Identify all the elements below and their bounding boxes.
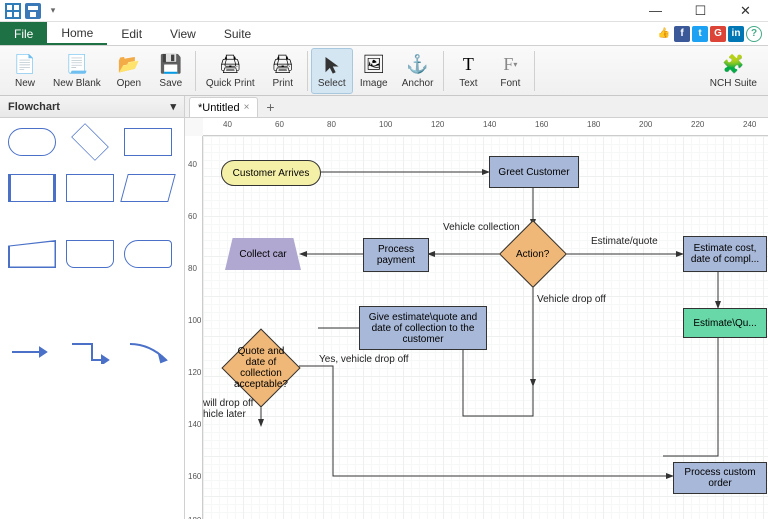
new-icon: 📄 xyxy=(13,53,37,77)
quickprint-button[interactable]: 🖨Quick Print xyxy=(199,48,262,94)
shape-data[interactable] xyxy=(66,174,114,202)
googleplus-icon[interactable]: G xyxy=(710,26,726,42)
select-icon xyxy=(320,53,344,77)
edge-yes-dropoff: Yes, vehicle drop off xyxy=(319,354,409,365)
linkedin-icon[interactable]: in xyxy=(728,26,744,42)
maximize-button[interactable]: ☐ xyxy=(678,0,723,22)
edge-will-dropoff: will drop off hicle later xyxy=(203,398,263,420)
shape-process[interactable] xyxy=(124,128,172,156)
shape-elbow[interactable] xyxy=(68,340,112,364)
twitter-icon[interactable]: t xyxy=(692,26,708,42)
node-quote-date[interactable]: Quote and date of collection acceptable? xyxy=(221,328,300,407)
shape-manual[interactable] xyxy=(8,240,56,268)
new-button[interactable]: 📄New xyxy=(4,48,46,94)
shape-parallelogram[interactable] xyxy=(120,174,176,202)
quickprint-icon: 🖨 xyxy=(218,53,242,77)
edge-vehicle-dropoff: Vehicle drop off xyxy=(537,294,606,305)
save-icon: 💾 xyxy=(159,53,183,77)
shapes-panel-header[interactable]: Flowchart ▾ xyxy=(0,96,184,118)
document-tab[interactable]: *Untitled × xyxy=(189,97,258,117)
node-estimate-cost[interactable]: Estimate cost, date of compl... xyxy=(683,236,767,272)
text-icon: T xyxy=(456,53,480,77)
open-icon: 📂 xyxy=(117,53,141,77)
shape-curve[interactable] xyxy=(126,340,170,364)
node-process-order[interactable]: Process custom order xyxy=(673,462,767,494)
add-tab-button[interactable]: + xyxy=(258,97,282,117)
qat-app-icon[interactable] xyxy=(4,2,22,20)
select-button[interactable]: Select xyxy=(311,48,353,94)
menu-edit[interactable]: Edit xyxy=(107,22,156,45)
edge-estimate-quote: Estimate/quote xyxy=(591,236,658,247)
newblank-icon: 📃 xyxy=(65,53,89,77)
print-icon: 🖨 xyxy=(271,53,295,77)
image-button[interactable]: 🖼Image xyxy=(353,48,395,94)
qat-save-icon[interactable] xyxy=(24,2,42,20)
flowchart-canvas[interactable]: Customer Arrives Greet Customer Collect … xyxy=(203,136,768,519)
font-button[interactable]: F▾Font xyxy=(489,48,531,94)
save-button[interactable]: 💾Save xyxy=(150,48,192,94)
chevron-down-icon: ▾ xyxy=(170,100,176,113)
close-button[interactable]: ✕ xyxy=(723,0,768,22)
help-icon[interactable]: ? xyxy=(746,26,762,42)
print-button[interactable]: 🖨Print xyxy=(262,48,304,94)
menu-file[interactable]: File xyxy=(0,22,47,45)
facebook-icon[interactable]: f xyxy=(674,26,690,42)
vertical-ruler: 4060 80100 120140 160180 xyxy=(185,136,203,519)
document-tab-label: *Untitled xyxy=(198,102,240,114)
font-icon: F▾ xyxy=(498,53,522,77)
node-estimate-quote[interactable]: Estimate\Qu... xyxy=(683,308,767,338)
shape-decision[interactable] xyxy=(71,123,109,161)
nchsuite-button[interactable]: 🧩NCH Suite xyxy=(703,48,764,94)
shape-card[interactable] xyxy=(66,240,114,268)
shape-display[interactable] xyxy=(124,240,172,268)
shape-arrow[interactable] xyxy=(10,340,54,364)
newblank-button[interactable]: 📃New Blank xyxy=(46,48,108,94)
shape-terminator[interactable] xyxy=(8,128,56,156)
minimize-button[interactable]: — xyxy=(633,0,678,22)
close-tab-icon[interactable]: × xyxy=(244,102,250,113)
shapes-panel-title: Flowchart xyxy=(8,101,60,113)
node-give-estimate[interactable]: Give estimate\quote and date of collecti… xyxy=(359,306,487,350)
node-greet[interactable]: Greet Customer xyxy=(489,156,579,188)
image-icon: 🖼 xyxy=(362,53,386,77)
anchor-icon: ⚓ xyxy=(406,53,430,77)
thumbsup-icon[interactable]: 👍 xyxy=(656,26,672,42)
horizontal-ruler: 4060 80100 120140 160180 200220 240 xyxy=(203,118,768,136)
edge-vehicle-collection: Vehicle collection xyxy=(443,222,520,233)
node-process-payment[interactable]: Process payment xyxy=(363,238,429,272)
menu-view[interactable]: View xyxy=(156,22,210,45)
open-button[interactable]: 📂Open xyxy=(108,48,150,94)
nchsuite-icon: 🧩 xyxy=(721,53,745,77)
node-customer-arrives[interactable]: Customer Arrives xyxy=(221,160,321,186)
qat-dropdown-icon[interactable]: ▾ xyxy=(44,2,62,20)
text-button[interactable]: TText xyxy=(447,48,489,94)
node-collect-car[interactable]: Collect car xyxy=(225,238,301,270)
menu-suite[interactable]: Suite xyxy=(210,22,265,45)
shape-predefined[interactable] xyxy=(8,174,56,202)
anchor-button[interactable]: ⚓Anchor xyxy=(395,48,441,94)
menu-home[interactable]: Home xyxy=(47,22,107,45)
